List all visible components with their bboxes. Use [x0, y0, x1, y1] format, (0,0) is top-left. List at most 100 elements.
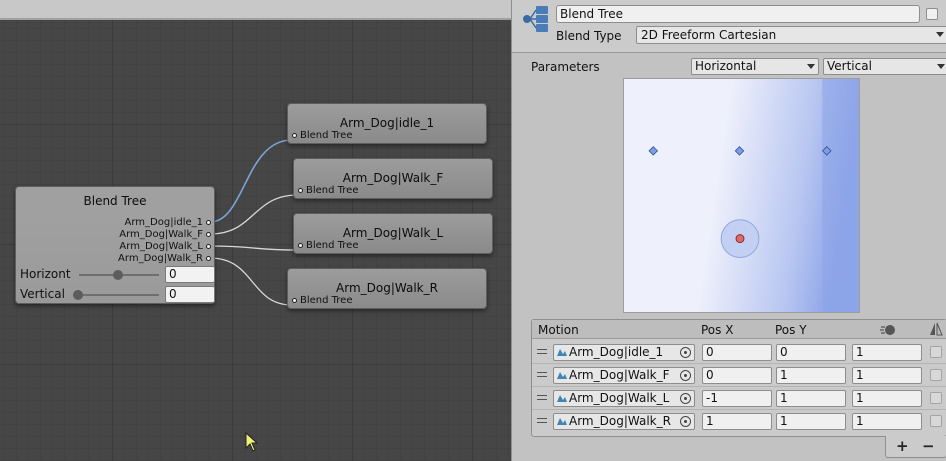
animation-clip-icon [557, 349, 567, 356]
motion-list-footer: + − [885, 436, 946, 458]
pos-y-field[interactable]: 1 [776, 413, 846, 430]
motion-object-field[interactable]: Arm_Dog|Walk_F [553, 367, 695, 384]
blend-tree-node-title: Blend Tree [83, 194, 147, 208]
param-vertical-slider[interactable] [73, 290, 159, 300]
param-horizontal-slider[interactable] [79, 270, 159, 280]
mirror-checkbox[interactable] [930, 346, 942, 358]
object-picker-icon[interactable] [680, 347, 691, 358]
speed-field[interactable]: 1 [852, 367, 922, 384]
remove-motion-button[interactable]: − [922, 436, 935, 456]
motion-node-input[interactable]: Blend Tree [298, 185, 359, 196]
motion-row: Arm_Dog|Walk_R 1 1 1 [532, 410, 946, 433]
pos-x-field[interactable]: -1 [702, 390, 772, 407]
motion-node-input[interactable]: Blend Tree [298, 240, 359, 251]
speed-icon [880, 325, 895, 335]
blend-weight-strip [822, 79, 859, 312]
slider-knob[interactable] [73, 290, 83, 300]
chevron-down-icon [936, 32, 944, 37]
name-field[interactable]: Blend Tree [556, 5, 920, 23]
animation-clip-icon [557, 395, 567, 402]
param-horizontal-row: Horizont 0 [19, 266, 215, 283]
blend-output-walk-f[interactable]: Arm_Dog|Walk_F [119, 229, 211, 240]
motion-object-field[interactable]: Arm_Dog|Walk_L [553, 390, 695, 407]
pos-y-field[interactable]: 1 [776, 367, 846, 384]
motion-row: Arm_Dog|Walk_L -1 1 1 [532, 387, 946, 410]
output-port-icon[interactable] [206, 220, 211, 225]
input-port-icon[interactable] [292, 133, 297, 138]
wire-walk-l [209, 245, 299, 251]
motion-row: Arm_Dog|Walk_F 0 1 1 [532, 364, 946, 387]
blend-output-idle-1[interactable]: Arm_Dog|idle_1 [125, 217, 211, 228]
add-motion-button[interactable]: + [896, 436, 909, 456]
blend-space-graph[interactable] [623, 78, 860, 313]
pos-x-field[interactable]: 0 [702, 367, 772, 384]
parameters-label: Parameters [531, 60, 600, 74]
motion-node-walk-f[interactable]: Arm_Dog|Walk_F Blend Tree [293, 158, 493, 199]
blend-type-dropdown[interactable]: 2D Freeform Cartesian [636, 26, 946, 44]
input-port-icon[interactable] [292, 298, 297, 303]
chevron-down-icon [937, 64, 945, 69]
animation-clip-icon [557, 418, 567, 425]
param-y-dropdown[interactable]: Vertical [823, 58, 946, 75]
motion-object-field[interactable]: Arm_Dog|Walk_R [553, 413, 695, 430]
drag-handle-icon[interactable] [537, 349, 547, 354]
speed-field[interactable]: 1 [852, 413, 922, 430]
pos-y-field[interactable]: 1 [776, 390, 846, 407]
input-port-icon[interactable] [298, 188, 303, 193]
motion-node-input[interactable]: Blend Tree [292, 130, 353, 141]
mirror-checkbox[interactable] [930, 369, 942, 381]
mirror-checkbox[interactable] [930, 415, 942, 427]
chevron-down-icon [807, 64, 815, 69]
speed-field[interactable]: 1 [852, 390, 922, 407]
object-picker-icon[interactable] [680, 416, 691, 427]
header-toggle[interactable] [926, 8, 938, 20]
output-port-icon[interactable] [206, 232, 211, 237]
blend-type-label: Blend Type [556, 29, 622, 43]
object-picker-icon[interactable] [680, 370, 691, 381]
header-pos-x: Pos X [701, 323, 734, 337]
blend-tree-node[interactable]: Blend Tree Arm_Dog|idle_1 Arm_Dog|Walk_F… [15, 186, 215, 304]
input-port-icon[interactable] [298, 243, 303, 248]
drag-handle-icon[interactable] [537, 418, 547, 423]
param-vertical-label: Vertical [20, 287, 65, 301]
wire-walk-r [209, 257, 293, 306]
header-motion: Motion [538, 323, 579, 337]
motion-node-input[interactable]: Blend Tree [292, 295, 353, 306]
param-vertical-value[interactable]: 0 [165, 286, 215, 303]
output-port-icon[interactable] [206, 244, 211, 249]
current-sample-point[interactable] [735, 234, 745, 244]
motion-node-title: Arm_Dog|Walk_F [342, 171, 444, 185]
mirror-icon [930, 322, 943, 336]
header-pos-y: Pos Y [775, 323, 807, 337]
mirror-checkbox[interactable] [930, 392, 942, 404]
object-picker-icon[interactable] [680, 393, 691, 404]
param-horizontal-label: Horizont [20, 267, 71, 281]
motion-node-title: Arm_Dog|Walk_L [342, 226, 444, 240]
wire-idle-1 [209, 139, 293, 223]
animation-clip-icon [557, 372, 567, 379]
output-port-icon[interactable] [206, 256, 211, 261]
motion-list-header: Motion Pos X Pos Y [532, 320, 946, 339]
param-horizontal-value[interactable]: 0 [165, 266, 215, 283]
animator-graph[interactable]: Blend Tree Arm_Dog|idle_1 Arm_Dog|Walk_F… [0, 0, 511, 461]
motion-node-walk-r[interactable]: Arm_Dog|Walk_R Blend Tree [287, 268, 487, 309]
motion-node-walk-l[interactable]: Arm_Dog|Walk_L Blend Tree [293, 213, 493, 254]
drag-handle-icon[interactable] [537, 395, 547, 400]
motion-object-field[interactable]: Arm_Dog|idle_1 [553, 344, 695, 361]
speed-field[interactable]: 1 [852, 344, 922, 361]
slider-knob[interactable] [113, 270, 123, 280]
blend-output-walk-r[interactable]: Arm_Dog|Walk_R [118, 253, 211, 264]
motion-list: Motion Pos X Pos Y Arm_Dog|idle_1 0 0 1 [531, 319, 946, 437]
pos-x-field[interactable]: 0 [702, 344, 772, 361]
param-vertical-row: Vertical 0 [19, 286, 215, 303]
inspector-panel: Blend Tree Blend Type 2D Freeform Cartes… [511, 0, 946, 461]
motion-row: Arm_Dog|idle_1 0 0 1 [532, 341, 946, 364]
mouse-cursor-icon [245, 432, 259, 452]
drag-handle-icon[interactable] [537, 372, 547, 377]
param-x-dropdown[interactable]: Horizontal [691, 58, 819, 75]
pos-y-field[interactable]: 0 [776, 344, 846, 361]
pos-x-field[interactable]: 1 [702, 413, 772, 430]
motion-node-title: Arm_Dog|idle_1 [339, 116, 435, 130]
blend-output-walk-l[interactable]: Arm_Dog|Walk_L [119, 241, 211, 252]
motion-node-idle-1[interactable]: Arm_Dog|idle_1 Blend Tree [287, 103, 487, 144]
